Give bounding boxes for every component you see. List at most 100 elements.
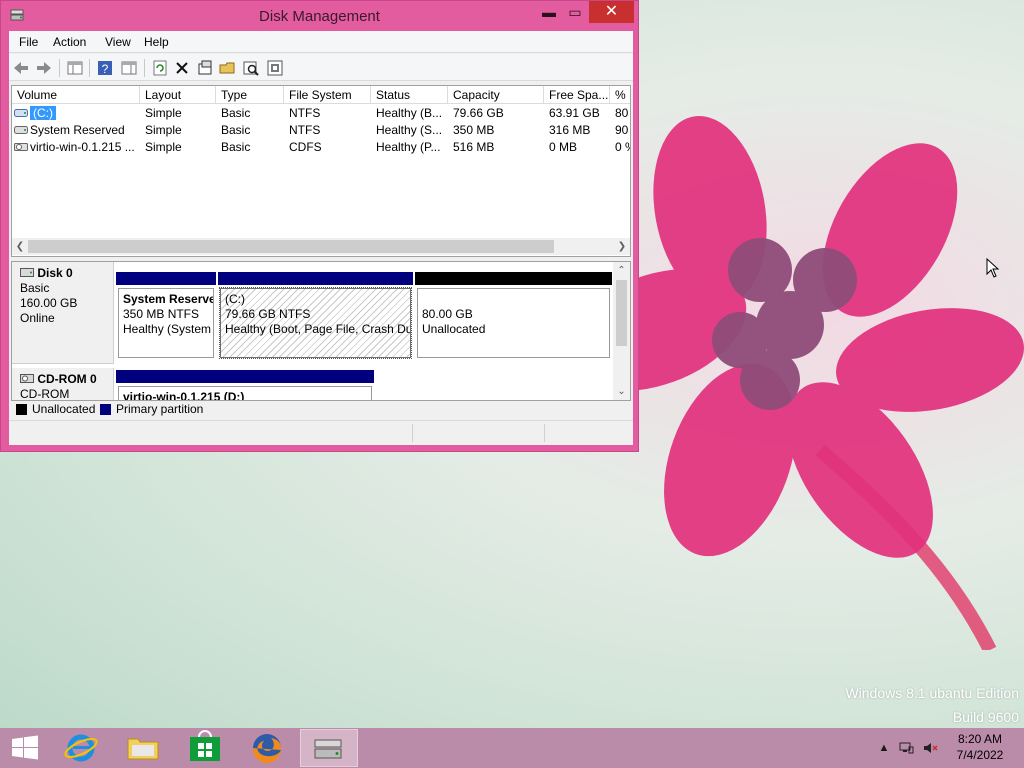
column-header-layout[interactable]: Layout [140,86,216,104]
disk-icon [20,268,34,277]
windows-logo-icon [12,735,38,760]
network-icon[interactable] [898,740,914,756]
partition-details: System Reserve 350 MB NTFS Healthy (Syst… [118,288,214,358]
volume-percent-free: 80 [615,106,629,120]
partition-details: 80.00 GB Unallocated [417,288,610,358]
disk-graphical-view[interactable]: Disk 0 Basic 160.00 GB Online System Res… [11,261,631,401]
title-bar[interactable]: Disk Management ▬ ▭ ✕ [1,1,638,31]
cdrom-0-label[interactable]: CD-ROM 0 CD-ROM [12,368,114,401]
vertical-scrollbar[interactable]: ⌃ ⌄ [613,262,630,400]
volume-free-space: 316 MB [549,123,591,137]
partition-status: Unallocated [422,322,486,336]
horizontal-scroll-thumb[interactable] [28,240,554,253]
mouse-cursor-icon [986,258,1000,278]
column-header-volume[interactable]: Volume [12,86,140,104]
back-icon[interactable] [11,58,31,78]
help-icon[interactable]: ? [95,58,115,78]
partition-system-reserved[interactable]: System Reserve 350 MB NTFS Healthy (Syst… [116,272,216,360]
menu-file[interactable]: File [19,35,38,49]
cdrom-0-type: CD-ROM [20,387,70,401]
volume-capacity: 79.66 GB [453,106,504,120]
disk-management-window: Disk Management ▬ ▭ ✕ File Action View H… [0,0,639,452]
primary-partition-bar [116,370,374,383]
os-edition-watermark: Windows 8.1 ubantu Edition [845,685,1019,701]
volume-status: Healthy (P... [376,140,441,154]
scroll-up-icon[interactable]: ⌃ [613,262,630,279]
partition-size: 79.66 GB NTFS [225,307,311,321]
open-icon[interactable] [218,58,238,78]
partition-size: 350 MB NTFS [123,307,200,321]
table-row[interactable]: System Reserved Simple Basic NTFS Health… [12,122,630,139]
column-header-free-space[interactable]: Free Spa... [544,86,610,104]
show-hide-console-tree-icon[interactable] [65,58,85,78]
properties-pane-icon[interactable] [119,58,139,78]
settings-icon[interactable] [265,58,285,78]
partition-unallocated[interactable]: 80.00 GB Unallocated [415,272,612,360]
legend-swatch-primary [100,404,111,415]
scroll-right-icon[interactable]: ❯ [614,238,630,255]
internet-explorer-icon[interactable] [52,729,110,767]
volume-name-virtio[interactable]: virtio-win-0.1.215 ... [12,139,140,156]
status-bar [9,420,633,445]
column-header-percent-free[interactable]: % F [610,86,630,104]
scroll-down-icon[interactable]: ⌄ [613,383,630,400]
horizontal-scrollbar[interactable]: ❮ ❯ [12,238,630,255]
firefox-icon[interactable] [238,729,296,767]
close-button[interactable]: ✕ [589,1,634,23]
table-row[interactable]: (C:) Simple Basic NTFS Healthy (B... 79.… [12,105,630,122]
volume-layout: Simple [145,123,182,137]
minimize-button[interactable]: ▬ [536,1,562,23]
partition-name: virtio-win-0.1.215 (D:) [123,390,245,401]
table-row[interactable]: virtio-win-0.1.215 ... Simple Basic CDFS… [12,139,630,156]
primary-partition-bar [116,272,216,285]
partition-status: Healthy (Boot, Page File, Crash Du [225,322,411,336]
menu-action[interactable]: Action [53,35,86,49]
refresh-icon[interactable] [150,58,170,78]
scroll-left-icon[interactable]: ❮ [12,238,28,255]
partition-name: (C:) [225,292,245,306]
volume-file-system: CDFS [289,140,322,154]
disk-0-state: Online [20,311,55,325]
volume-file-system: NTFS [289,123,321,137]
column-header-capacity[interactable]: Capacity [448,86,544,104]
delete-icon[interactable] [172,58,192,78]
disk-0-label[interactable]: Disk 0 Basic 160.00 GB Online [12,262,114,364]
rescan-disks-icon[interactable] [241,58,261,78]
disk-0-type: Basic [20,281,50,295]
vertical-scroll-thumb[interactable] [616,280,627,346]
volume-free-space: 0 MB [549,140,578,154]
menu-view[interactable]: View [105,35,131,49]
volume-capacity: 516 MB [453,140,495,154]
legend: Unallocated Primary partition [11,401,631,418]
disk-0-size: 160.00 GB [20,296,78,310]
start-button[interactable] [0,729,58,767]
forward-icon[interactable] [34,58,54,78]
volume-type: Basic [221,106,251,120]
partition-c[interactable]: (C:) 79.66 GB NTFS Healthy (Boot, Page F… [218,272,413,360]
partition-virtio-cd[interactable]: virtio-win-0.1.215 (D:) [116,370,374,401]
partition-name: System Reserve [123,292,214,306]
unallocated-bar [415,272,612,285]
column-header-file-system[interactable]: File System [284,86,371,104]
volume-status: Healthy (S... [376,123,443,137]
legend-primary-label: Primary partition [116,402,204,416]
cd-drive-icon [20,374,34,383]
clock-date: 7/4/2022 [956,748,1004,762]
properties-icon[interactable] [195,58,215,78]
legend-unallocated-label: Unallocated [32,402,96,416]
volume-layout: Simple [145,140,182,154]
column-header-status[interactable]: Status [371,86,448,104]
volume-list[interactable]: Volume Layout Type File System Status Ca… [11,85,631,257]
menu-help[interactable]: Help [144,35,169,49]
volume-name-system-reserved[interactable]: System Reserved [12,122,140,139]
menu-bar: File Action View Help [9,31,633,53]
disk-management-icon[interactable] [300,729,358,767]
volume-muted-icon[interactable] [922,740,938,756]
file-explorer-icon[interactable] [114,729,172,767]
volume-name-c[interactable]: (C:) [30,106,56,120]
clock[interactable]: 8:20 AM 7/4/2022 [946,731,1014,763]
show-hidden-icons[interactable]: ▲ [876,740,892,756]
maximize-button[interactable]: ▭ [562,1,588,23]
store-icon[interactable] [176,729,234,767]
column-header-type[interactable]: Type [216,86,284,104]
